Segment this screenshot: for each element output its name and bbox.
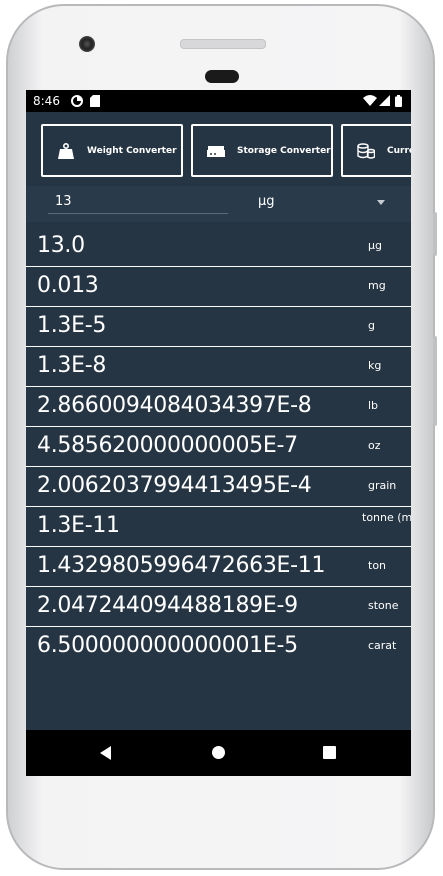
result-value: 1.3E-8: [37, 353, 107, 378]
unit-dropdown-value: µg: [258, 194, 275, 209]
result-row: 1.3E-8 kg: [26, 347, 411, 387]
back-icon[interactable]: [100, 746, 111, 760]
result-row: 13.0 µg: [26, 227, 411, 267]
unit-dropdown[interactable]: µg: [248, 190, 393, 214]
wifi-icon: [363, 95, 377, 106]
value-input[interactable]: [48, 190, 228, 214]
input-row: µg: [26, 186, 411, 222]
currency-converter-button[interactable]: Curre: [341, 124, 411, 177]
result-value: 1.4329805996472663E-11: [37, 553, 326, 578]
result-row: 6.500000000000001E-5 carat: [26, 627, 411, 667]
result-row: 2.047244094488189E-9 stone: [26, 587, 411, 627]
results-list: 13.0 µg 0.013 mg 1.3E-5 g 1.3E-8 kg 2.86…: [26, 227, 411, 667]
storage-converter-button[interactable]: Storage Converter: [191, 124, 333, 177]
result-unit: g: [368, 319, 375, 332]
screen: 8:46 Weight Converter Storage Converter …: [26, 90, 411, 776]
result-unit: stone: [368, 599, 399, 612]
speaker-grille: [180, 39, 266, 49]
result-value: 6.500000000000001E-5: [37, 633, 298, 658]
front-camera: [79, 36, 95, 52]
result-unit: µg: [368, 239, 382, 252]
result-unit: lb: [368, 399, 379, 412]
result-unit: kg: [368, 359, 382, 372]
navigation-bar: [26, 730, 411, 776]
currency-icon: [357, 142, 375, 159]
recents-icon[interactable]: [323, 746, 336, 759]
data-saver-icon: [71, 95, 83, 107]
result-value: 2.0062037994413495E-4: [37, 473, 312, 498]
result-row: 2.8660094084034397E-8 lb: [26, 387, 411, 427]
sd-card-icon: [90, 95, 100, 107]
power-button: [433, 336, 437, 426]
home-icon[interactable]: [212, 746, 225, 759]
weight-converter-label: Weight Converter: [87, 145, 177, 156]
result-unit: oz: [368, 439, 381, 452]
dropdown-arrow-icon: [377, 200, 385, 205]
result-value: 1.3E-11: [37, 513, 120, 538]
result-row: 0.013 mg: [26, 267, 411, 307]
result-value: 2.8660094084034397E-8: [37, 393, 312, 418]
result-row: 4.585620000000005E-7 oz: [26, 427, 411, 467]
result-unit: mg: [368, 279, 386, 292]
result-unit: tonne (metric): [362, 511, 411, 524]
result-value: 0.013: [37, 273, 99, 298]
result-value: 1.3E-5: [37, 313, 107, 338]
storage-converter-label: Storage Converter: [237, 145, 331, 156]
volume-button: [433, 212, 437, 256]
status-time: 8:46: [33, 94, 60, 108]
currency-converter-label: Curre: [387, 145, 411, 156]
result-row: 1.4329805996472663E-11 ton: [26, 547, 411, 587]
result-unit: ton: [368, 559, 387, 572]
storage-icon: [207, 145, 225, 157]
earpiece: [205, 70, 239, 83]
result-row: 1.3E-5 g: [26, 307, 411, 347]
converter-selector: Weight Converter Storage Converter Curre: [26, 116, 411, 186]
weight-converter-button[interactable]: Weight Converter: [41, 124, 183, 177]
result-unit: carat: [368, 639, 397, 652]
result-value: 4.585620000000005E-7: [37, 433, 298, 458]
result-value: 2.047244094488189E-9: [37, 593, 298, 618]
result-unit: grain: [368, 479, 397, 492]
result-row: 2.0062037994413495E-4 grain: [26, 467, 411, 507]
weight-icon: [57, 142, 75, 159]
result-row: 1.3E-11 tonne (metric): [26, 507, 411, 547]
battery-icon: [395, 95, 402, 107]
result-value: 13.0: [37, 233, 85, 258]
signal-icon: [379, 95, 390, 106]
status-bar: 8:46: [26, 90, 411, 112]
